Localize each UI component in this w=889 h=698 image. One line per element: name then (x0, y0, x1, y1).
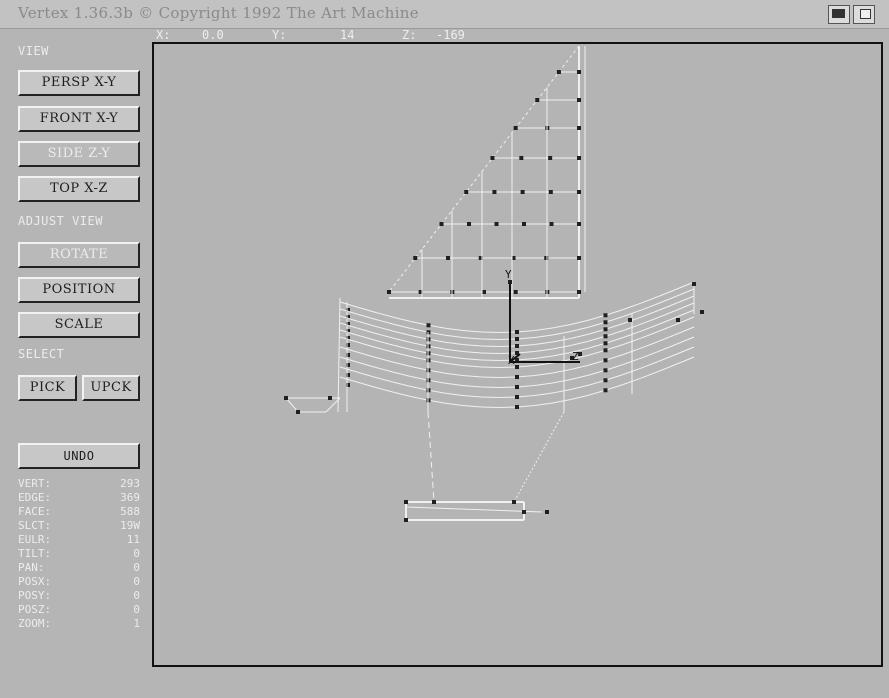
stat-value: 0 (133, 575, 140, 588)
stat-label: ZOOM: (18, 617, 52, 630)
stat-value: 11 (126, 533, 140, 546)
unpick-button[interactable]: UPCK (82, 375, 140, 401)
stat-label: POSX: (18, 575, 52, 588)
stat-row: FACE: 588 (18, 505, 140, 519)
stat-row: POSY: 0 (18, 589, 140, 603)
side-view-button[interactable]: SIDE Z-Y (18, 141, 140, 167)
persp-view-button[interactable]: PERSP X-Y (18, 70, 140, 96)
stat-row: POSZ: 0 (18, 603, 140, 617)
undo-button[interactable]: UNDO (18, 443, 140, 469)
stat-label: EULR: (18, 533, 52, 546)
z-coord-label: Z: (402, 28, 417, 42)
wireframe-model[interactable] (154, 44, 881, 665)
stat-row: EULR: 11 (18, 533, 140, 547)
zoom-window-icon[interactable] (853, 5, 875, 24)
stat-label: SLCT: (18, 519, 52, 532)
stat-label: EDGE: (18, 491, 52, 504)
stat-value: 0 (133, 589, 140, 602)
stat-value: 0 (133, 547, 140, 560)
stat-label: VERT: (18, 477, 52, 490)
position-button[interactable]: POSITION (18, 277, 140, 303)
stat-label: PAN: (18, 561, 45, 574)
tool-sidebar: VIEW PERSP X-Y FRONT X-Y SIDE Z-Y TOP X-… (0, 42, 150, 698)
front-view-button[interactable]: FRONT X-Y (18, 106, 140, 132)
y-coord-label: Y: (272, 28, 287, 42)
stat-row: PAN: 0 (18, 561, 140, 575)
window-title: Vertex 1.36.3b © Copyright 1992 The Art … (18, 4, 419, 22)
stat-label: FACE: (18, 505, 52, 518)
select-section-label: SELECT (18, 347, 65, 361)
x-coord-value: 0.0 (202, 28, 224, 42)
scale-button[interactable]: SCALE (18, 312, 140, 338)
stat-row: POSX: 0 (18, 575, 140, 589)
stat-value: 588 (120, 505, 140, 518)
stat-value: 19W (120, 519, 140, 532)
stat-row: VERT: 293 (18, 477, 140, 491)
stat-value: 369 (120, 491, 140, 504)
y-coord-value: 14 (340, 28, 355, 42)
stat-value: 0 (133, 603, 140, 616)
stat-row: SLCT: 19W (18, 519, 140, 533)
3d-viewport[interactable]: Y X Z (152, 42, 883, 667)
x-coord-label: X: (156, 28, 171, 42)
stat-value: 0 (133, 561, 140, 574)
stat-value: 1 (133, 617, 140, 630)
depth-arrange-icon[interactable] (828, 5, 850, 24)
rotate-button[interactable]: ROTATE (18, 242, 140, 268)
z-coord-value: -169 (436, 28, 465, 42)
pick-button[interactable]: PICK (18, 375, 77, 401)
stat-value: 293 (120, 477, 140, 490)
title-bar[interactable]: Vertex 1.36.3b © Copyright 1992 The Art … (0, 0, 889, 29)
stat-row: EDGE: 369 (18, 491, 140, 505)
view-section-label: VIEW (18, 44, 49, 58)
top-view-button[interactable]: TOP X-Z (18, 176, 140, 202)
stat-row: ZOOM: 1 (18, 617, 140, 631)
stat-row: TILT: 0 (18, 547, 140, 561)
stat-label: POSZ: (18, 603, 52, 616)
stat-label: TILT: (18, 547, 52, 560)
stat-label: POSY: (18, 589, 52, 602)
model-stats: VERT: 293 EDGE: 369 FACE: 588 SLCT: 19W EULR: 11 T… (18, 477, 140, 631)
adjust-view-label: ADJUST VIEW (18, 214, 103, 228)
window-controls (828, 5, 875, 24)
